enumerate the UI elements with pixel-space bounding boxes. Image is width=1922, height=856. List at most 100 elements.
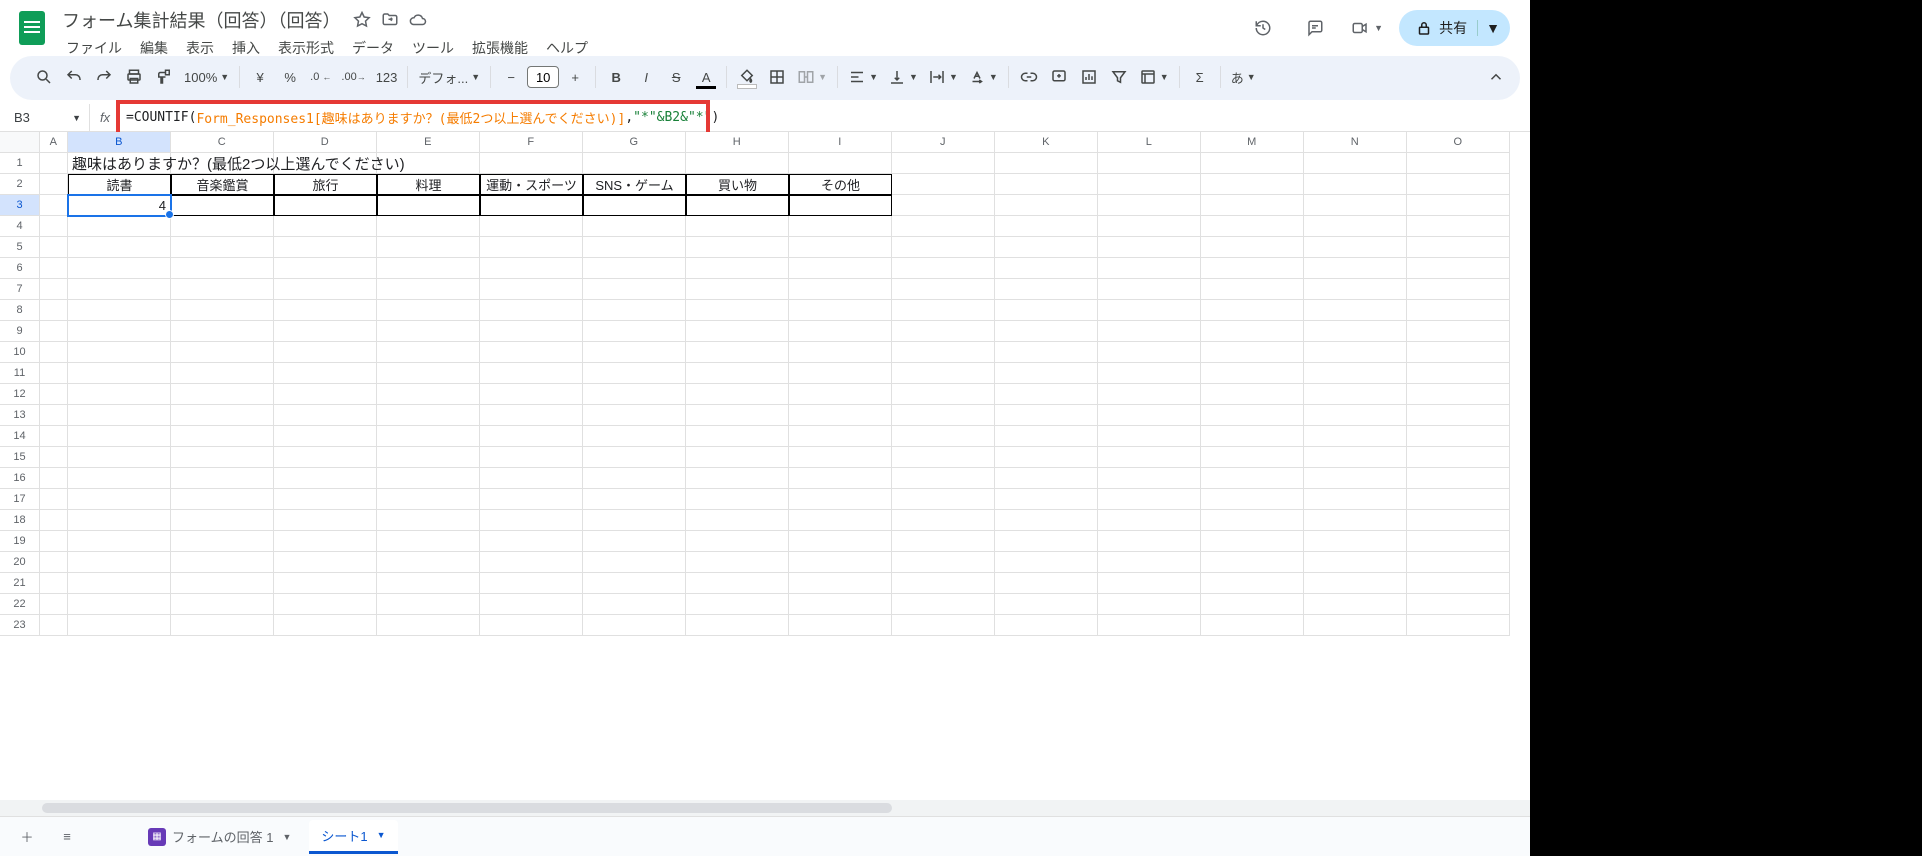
cell-B5[interactable] [68,237,171,258]
cell-I5[interactable] [789,237,892,258]
filter-button[interactable] [1105,63,1133,91]
cell-G11[interactable] [583,363,686,384]
cell-C2[interactable]: 音楽鑑賞 [171,174,274,195]
cell-L17[interactable] [1098,489,1201,510]
cell-G15[interactable] [583,447,686,468]
cell-A17[interactable] [40,489,68,510]
cell-B17[interactable] [68,489,171,510]
cell-N10[interactable] [1304,342,1407,363]
cell-C9[interactable] [171,321,274,342]
cell-C19[interactable] [171,531,274,552]
cell-O1[interactable] [1407,153,1510,174]
cell-D21[interactable] [274,573,377,594]
cell-A23[interactable] [40,615,68,636]
cell-E19[interactable] [377,531,480,552]
cell-E6[interactable] [377,258,480,279]
cell-N17[interactable] [1304,489,1407,510]
cell-A4[interactable] [40,216,68,237]
cell-G20[interactable] [583,552,686,573]
cell-O5[interactable] [1407,237,1510,258]
cell-H12[interactable] [686,384,789,405]
cell-E9[interactable] [377,321,480,342]
cell-G2[interactable]: SNS・ゲーム [583,174,686,195]
increase-decimal-button[interactable]: .00→ [337,63,369,91]
cell-G9[interactable] [583,321,686,342]
cell-J4[interactable] [892,216,995,237]
cell-H3[interactable] [686,195,789,216]
increase-font-size-button[interactable]: + [561,63,589,91]
cell-M1[interactable] [1201,153,1304,174]
cell-H2[interactable]: 買い物 [686,174,789,195]
cell-B8[interactable] [68,300,171,321]
cell-G6[interactable] [583,258,686,279]
star-icon[interactable] [352,10,372,30]
cell-E11[interactable] [377,363,480,384]
cell-B19[interactable] [68,531,171,552]
history-icon[interactable] [1243,8,1283,48]
cell-O21[interactable] [1407,573,1510,594]
cell-O22[interactable] [1407,594,1510,615]
row-header-11[interactable]: 11 [0,363,40,384]
cell-E13[interactable] [377,405,480,426]
cell-L15[interactable] [1098,447,1201,468]
cell-E5[interactable] [377,237,480,258]
column-header-N[interactable]: N [1304,132,1407,153]
cell-G10[interactable] [583,342,686,363]
cell-N4[interactable] [1304,216,1407,237]
cell-J8[interactable] [892,300,995,321]
cell-C11[interactable] [171,363,274,384]
cell-H19[interactable] [686,531,789,552]
select-all-corner[interactable] [0,132,40,153]
cell-E22[interactable] [377,594,480,615]
currency-button[interactable]: ¥ [246,63,274,91]
cell-H10[interactable] [686,342,789,363]
column-header-B[interactable]: B [68,132,171,153]
cell-J10[interactable] [892,342,995,363]
cell-K8[interactable] [995,300,1098,321]
cell-C13[interactable] [171,405,274,426]
fill-color-button[interactable] [733,63,761,91]
number-format-button[interactable]: 123 [372,63,402,91]
column-header-E[interactable]: E [377,132,480,153]
cell-K12[interactable] [995,384,1098,405]
cell-J15[interactable] [892,447,995,468]
cell-J5[interactable] [892,237,995,258]
cell-O14[interactable] [1407,426,1510,447]
cell-C12[interactable] [171,384,274,405]
column-header-G[interactable]: G [583,132,686,153]
cell-B22[interactable] [68,594,171,615]
cell-O16[interactable] [1407,468,1510,489]
cell-E12[interactable] [377,384,480,405]
cell-G5[interactable] [583,237,686,258]
column-header-L[interactable]: L [1098,132,1201,153]
paint-format-icon[interactable] [150,63,178,91]
cell-I8[interactable] [789,300,892,321]
cell-H14[interactable] [686,426,789,447]
cell-K21[interactable] [995,573,1098,594]
cell-A20[interactable] [40,552,68,573]
cell-N11[interactable] [1304,363,1407,384]
cell-G4[interactable] [583,216,686,237]
undo-icon[interactable] [60,63,88,91]
cell-J13[interactable] [892,405,995,426]
decrease-font-size-button[interactable]: − [497,63,525,91]
cell-M3[interactable] [1201,195,1304,216]
cell-H5[interactable] [686,237,789,258]
functions-button[interactable]: Σ [1186,63,1214,91]
cell-H20[interactable] [686,552,789,573]
cell-E3[interactable] [377,195,480,216]
search-icon[interactable] [30,63,58,91]
cell-N2[interactable] [1304,174,1407,195]
cell-F7[interactable] [480,279,583,300]
cell-J14[interactable] [892,426,995,447]
cell-A3[interactable] [40,195,68,216]
row-header-9[interactable]: 9 [0,321,40,342]
cell-N1[interactable] [1304,153,1407,174]
cell-C20[interactable] [171,552,274,573]
column-header-D[interactable]: D [274,132,377,153]
cell-N20[interactable] [1304,552,1407,573]
cell-A14[interactable] [40,426,68,447]
horizontal-align-button[interactable]: ▼ [844,63,882,91]
cell-K1[interactable] [995,153,1098,174]
cell-I1[interactable] [789,153,892,174]
